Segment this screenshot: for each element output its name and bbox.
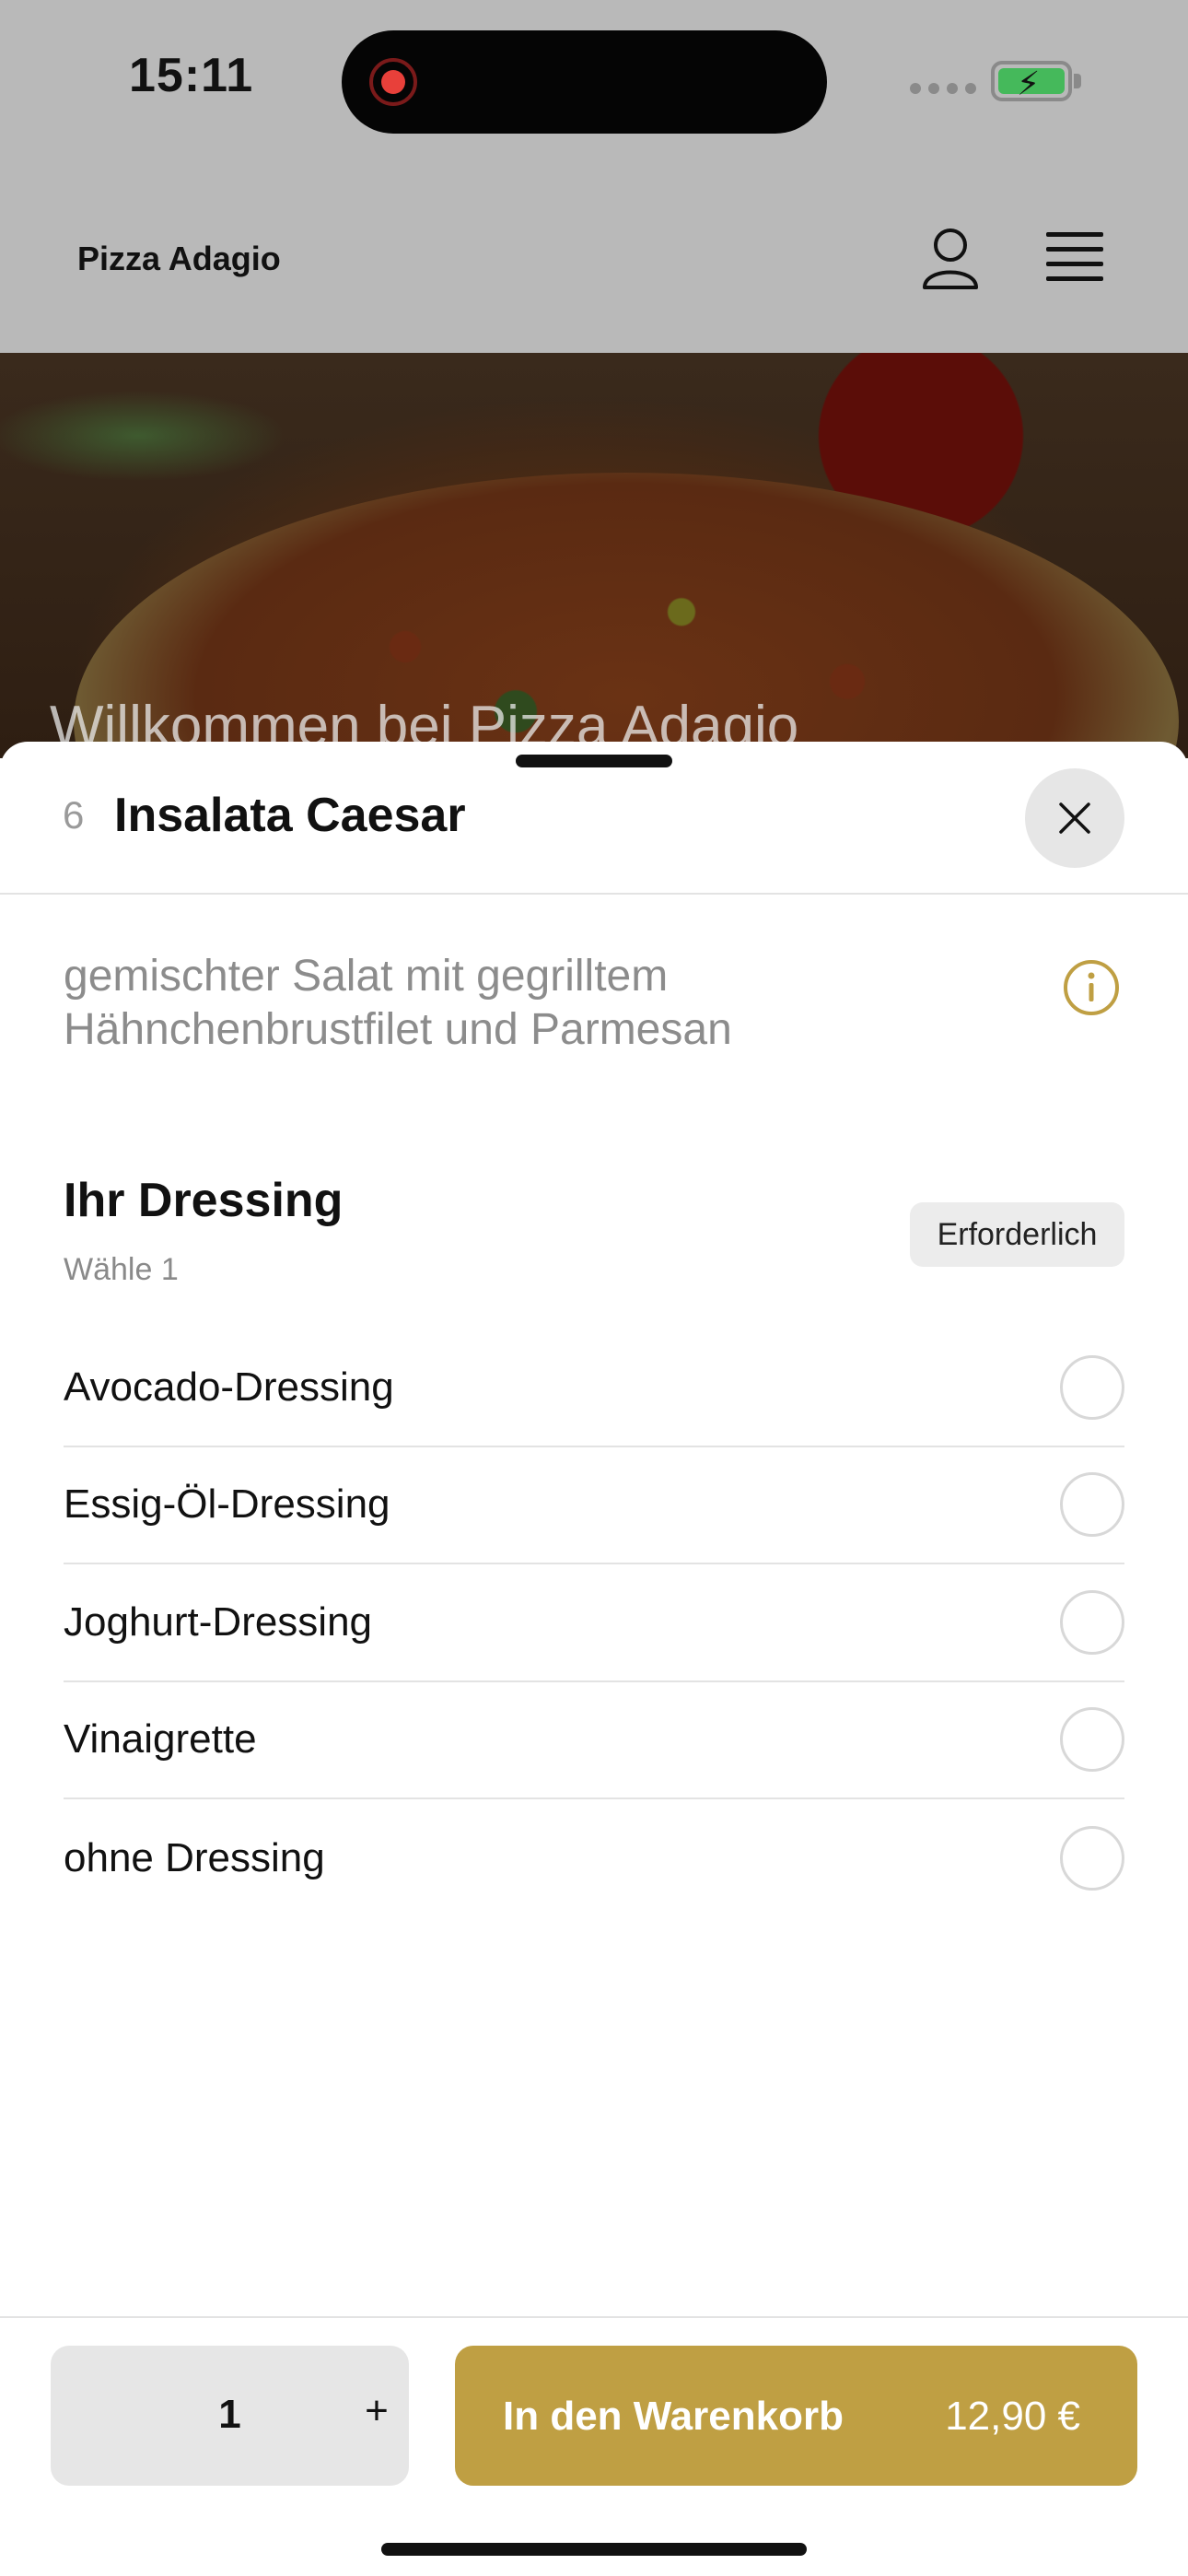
option-label: ohne Dressing <box>64 1834 325 1880</box>
required-badge: Erforderlich <box>910 1202 1124 1267</box>
radio-button[interactable] <box>1060 1825 1124 1891</box>
charging-bolt-icon: ⚡ <box>1017 64 1041 102</box>
option-label: Joghurt-Dressing <box>64 1598 373 1645</box>
close-icon <box>1059 802 1090 834</box>
cellular-signal-icon <box>910 83 976 94</box>
option-joghurt-dressing[interactable]: Joghurt-Dressing <box>64 1564 1124 1682</box>
item-number: 6 <box>63 793 85 837</box>
sheet-header: 6 Insalata Caesar <box>0 742 1188 895</box>
add-to-cart-label: In den Warenkorb <box>503 2394 844 2439</box>
brand-name[interactable]: Pizza Adagio <box>77 240 281 278</box>
add-to-cart-button[interactable]: In den Warenkorb 12,90 € <box>455 2346 1137 2486</box>
radio-button[interactable] <box>1060 1472 1124 1538</box>
menu-icon[interactable] <box>1046 232 1103 282</box>
option-label: Essig-Öl-Dressing <box>64 1481 390 1528</box>
quantity-increase-button[interactable]: + <box>355 2388 399 2434</box>
dynamic-island <box>342 30 827 134</box>
option-ohne-dressing[interactable]: ohne Dressing <box>64 1799 1124 1917</box>
option-group-subtitle: Wähle 1 <box>64 1252 179 1287</box>
radio-button[interactable] <box>1060 1354 1124 1420</box>
battery-icon: ⚡ <box>991 61 1072 102</box>
radio-button[interactable] <box>1060 1589 1124 1655</box>
hero-image: Willkommen bei Pizza Adagio <box>0 353 1188 758</box>
item-price: 12,90 € <box>945 2394 1080 2439</box>
close-button[interactable] <box>1025 768 1124 868</box>
quantity-stepper[interactable]: 1 + <box>51 2346 409 2486</box>
option-avocado-dressing[interactable]: Avocado-Dressing <box>64 1329 1124 1447</box>
bottom-action-bar: 1 + In den Warenkorb 12,90 € <box>0 2316 1188 2576</box>
home-indicator[interactable] <box>381 2543 807 2556</box>
item-description: gemischter Salat mit gegrilltem Hähnchen… <box>64 952 732 1054</box>
option-essig-oel-dressing[interactable]: Essig-Öl-Dressing <box>64 1447 1124 1564</box>
dressing-option-list: Avocado-Dressing Essig-Öl-Dressing Joghu… <box>64 1329 1124 1917</box>
recording-indicator-icon <box>369 58 417 106</box>
radio-button[interactable] <box>1060 1707 1124 1773</box>
status-bar: 15:11 ⚡ <box>0 0 1188 166</box>
option-label: Avocado-Dressing <box>64 1364 394 1410</box>
app-header: Pizza Adagio <box>0 166 1188 353</box>
status-time: 15:11 <box>129 49 254 102</box>
item-title: Insalata Caesar <box>114 789 466 842</box>
item-detail-sheet: 6 Insalata Caesar gemischter Salat mit g… <box>0 742 1188 2576</box>
option-group-title: Ihr Dressing <box>64 1174 344 1227</box>
sheet-grabber[interactable] <box>516 755 672 767</box>
option-vinaigrette[interactable]: Vinaigrette <box>64 1682 1124 1799</box>
user-icon[interactable] <box>921 227 980 291</box>
option-label: Vinaigrette <box>64 1716 257 1762</box>
info-icon[interactable] <box>1063 959 1120 1016</box>
